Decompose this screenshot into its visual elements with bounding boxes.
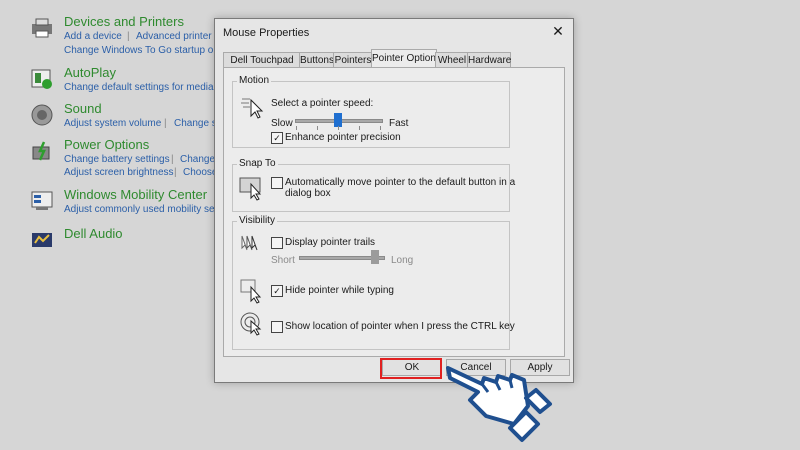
link-separator: | [164,118,167,129]
link-separator: | [127,31,130,42]
enhance-precision-label: Enhance pointer precision [285,132,401,143]
pointer-trails-checkbox[interactable] [271,237,283,249]
pointer-options-panel: Motion Select a pointer speed: Slow Fast… [223,67,565,357]
ok-button[interactable]: OK [382,359,442,376]
visibility-group: Visibility Display pointer trails Short … [232,215,515,350]
mobility-center-icon [31,191,53,210]
cp-title-power-options[interactable]: Power Options [64,137,149,152]
speaker-icon [31,104,53,126]
show-location-checkbox[interactable] [271,321,283,333]
printer-icon [32,18,52,38]
tab-buttons[interactable]: Buttons [299,52,335,68]
choose-plan-link[interactable]: Choose [183,167,217,178]
slider-tick [296,126,297,130]
windows-to-go-link[interactable]: Change Windows To Go startup optio [64,45,229,56]
add-device-link[interactable]: Add a device [64,31,122,42]
snap-to-label-line1: Automatically move pointer to the defaul… [285,177,516,188]
tab-wheel[interactable]: Wheel [435,52,469,68]
speed-label: Select a pointer speed: [271,98,374,109]
show-location-icon [240,312,262,336]
motion-group-label: Motion [237,75,272,86]
change-default-media-link[interactable]: Change default settings for media or d [64,82,234,93]
cp-title-sound[interactable]: Sound [64,101,102,116]
speed-slow-label: Slow [271,118,293,129]
tab-pointers[interactable]: Pointers [333,52,373,68]
trails-short-label: Short [271,255,295,266]
snap-to-group: Snap To Automatically move pointer to th… [232,158,515,212]
hide-pointer-label: Hide pointer while typing [285,285,394,296]
enhance-precision-checkbox[interactable]: ✓ [271,132,283,144]
change-battery-link[interactable]: Change battery settings [64,154,170,165]
adjust-brightness-link[interactable]: Adjust screen brightness [64,167,174,178]
snap-to-group-label: Snap To [237,158,278,169]
pointer-trails-label: Display pointer trails [285,237,376,248]
link-separator: | [174,167,177,178]
slider-tick [338,126,339,130]
trails-long-label: Long [391,255,414,266]
cp-title-mobility-center[interactable]: Windows Mobility Center [64,187,207,202]
slider-tick [380,126,381,130]
adjust-volume-link[interactable]: Adjust system volume [64,118,161,129]
visibility-group-label: Visibility [237,215,277,226]
advanced-printer-setup-link[interactable]: Advanced printer se [136,31,225,42]
pointer-trails-slider [370,250,379,264]
hide-pointer-icon [240,279,262,304]
pointing-hand-icon [446,366,552,442]
pointer-speed-icon [241,98,264,119]
battery-power-icon [32,141,50,161]
dell-audio-icon [32,233,52,247]
tab-hardware[interactable]: Hardware [467,52,511,68]
pointer-speed-slider[interactable] [334,113,342,127]
snap-to-icon [239,177,262,201]
cp-title-autoplay[interactable]: AutoPlay [64,65,116,80]
tab-pointer-options[interactable]: Pointer Options [371,49,441,69]
cp-title-dell-audio[interactable]: Dell Audio [64,226,123,241]
motion-group: Motion Select a pointer speed: Slow Fast… [232,75,510,148]
close-icon[interactable]: ✕ [551,23,565,40]
pointer-trails-icon [241,235,258,251]
speed-fast-label: Fast [389,118,409,129]
snap-to-checkbox[interactable] [271,177,283,189]
autoplay-icon [31,69,52,89]
link-separator: | [171,154,174,165]
hide-pointer-checkbox[interactable]: ✓ [271,285,283,297]
tab-dell-touchpad[interactable]: Dell Touchpad [223,52,301,68]
dialog-title: Mouse Properties [223,27,310,39]
slider-tick [317,126,318,130]
mobility-settings-link[interactable]: Adjust commonly used mobility sett [64,204,220,215]
snap-to-label-line2: dialog box [285,188,331,199]
slider-tick [359,126,360,130]
mouse-properties-dialog: Mouse Properties ✕ Dell Touchpad Buttons… [214,18,574,383]
show-location-label: Show location of pointer when I press th… [285,321,515,332]
cp-title-devices-printers[interactable]: Devices and Printers [64,14,184,29]
